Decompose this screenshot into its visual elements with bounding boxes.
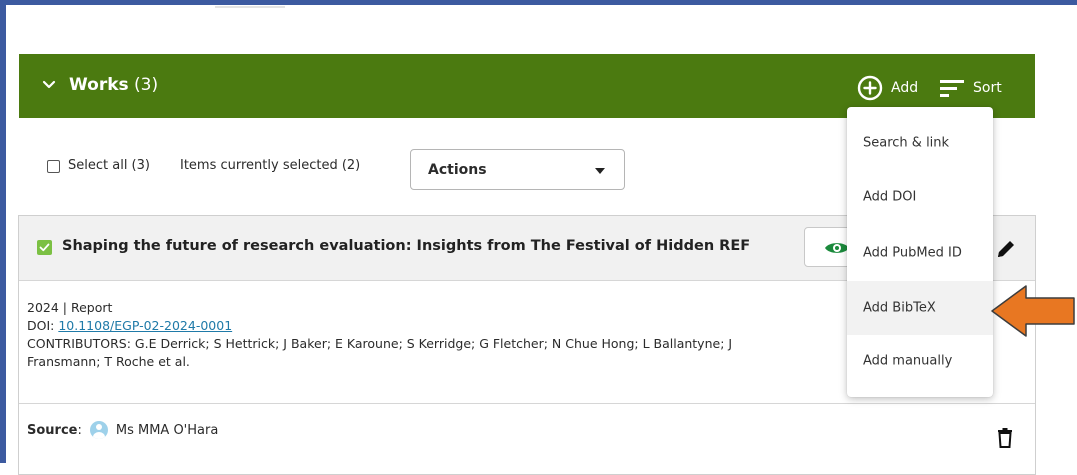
works-title: Works (3) — [69, 75, 158, 95]
work-title[interactable]: Shaping the future of research evaluatio… — [62, 238, 750, 254]
work-year-type: 2024 | Report — [27, 300, 113, 315]
menu-item-add-doi[interactable]: Add DOI — [847, 170, 993, 224]
plus-circle-icon — [857, 75, 883, 101]
add-button-label: Add — [891, 80, 919, 96]
contributors-line-1: CONTRIBUTORS: G.E Derrick; S Hettrick; J… — [27, 336, 733, 351]
card-divider — [19, 403, 1035, 404]
pencil-icon[interactable] — [996, 239, 1016, 259]
menu-item-add-bibtex[interactable]: Add BibTeX — [847, 281, 993, 335]
menu-item-add-manually-label: Add manually — [863, 353, 953, 369]
items-selected-label: Items currently selected (2) — [180, 158, 361, 173]
menu-item-search-link[interactable]: Search & link — [847, 116, 993, 170]
menu-item-add-manually[interactable]: Add manually — [847, 334, 993, 388]
actions-dropdown-label: Actions — [428, 162, 487, 178]
faint-top-artifact — [215, 6, 285, 8]
user-avatar-icon — [89, 421, 108, 439]
window-frame-top — [0, 0, 1077, 5]
work-metadata: 2024 | Report DOI: 10.1108/EGP-02-2024-0… — [27, 299, 732, 371]
source-row: Source: Ms MMA O'Hara — [27, 421, 218, 439]
contributors-line-2: Fransmann; T Roche et al. — [27, 354, 190, 369]
sort-button-label: Sort — [973, 80, 1002, 96]
works-title-label: Works — [69, 75, 129, 95]
chevron-down-icon[interactable] — [42, 80, 56, 90]
orange-arrow-annotation — [991, 285, 1075, 337]
checkmark-icon — [39, 243, 50, 252]
menu-item-add-bibtex-label: Add BibTeX — [863, 300, 936, 316]
doi-prefix: DOI: — [27, 318, 59, 333]
trash-icon[interactable] — [997, 428, 1013, 448]
menu-item-add-pubmed-id[interactable]: Add PubMed ID — [847, 226, 993, 280]
menu-item-search-link-label: Search & link — [863, 135, 950, 151]
sort-button[interactable]: Sort — [939, 75, 1002, 101]
menu-item-add-doi-label: Add DOI — [863, 189, 917, 205]
sort-icon — [940, 80, 964, 97]
actions-dropdown[interactable]: Actions — [410, 149, 625, 190]
select-all-label[interactable]: Select all (3) — [68, 158, 150, 173]
source-label: Source — [27, 422, 78, 438]
works-count: (3) — [134, 75, 159, 95]
caret-down-icon — [595, 168, 605, 174]
work-doi-line: DOI: 10.1108/EGP-02-2024-0001 — [27, 317, 732, 335]
work-select-checkbox[interactable] — [37, 240, 52, 255]
source-name: Ms MMA O'Hara — [115, 422, 219, 438]
add-dropdown-menu: Search & link Add DOI Add PubMed ID Add … — [847, 107, 993, 397]
select-all-checkbox[interactable] — [47, 160, 60, 173]
doi-link[interactable]: 10.1108/EGP-02-2024-0001 — [58, 318, 232, 333]
source-separator: : — [77, 422, 82, 438]
menu-item-add-pubmed-id-label: Add PubMed ID — [863, 245, 962, 261]
window-frame-left — [0, 0, 6, 463]
add-button[interactable]: Add — [857, 75, 918, 101]
